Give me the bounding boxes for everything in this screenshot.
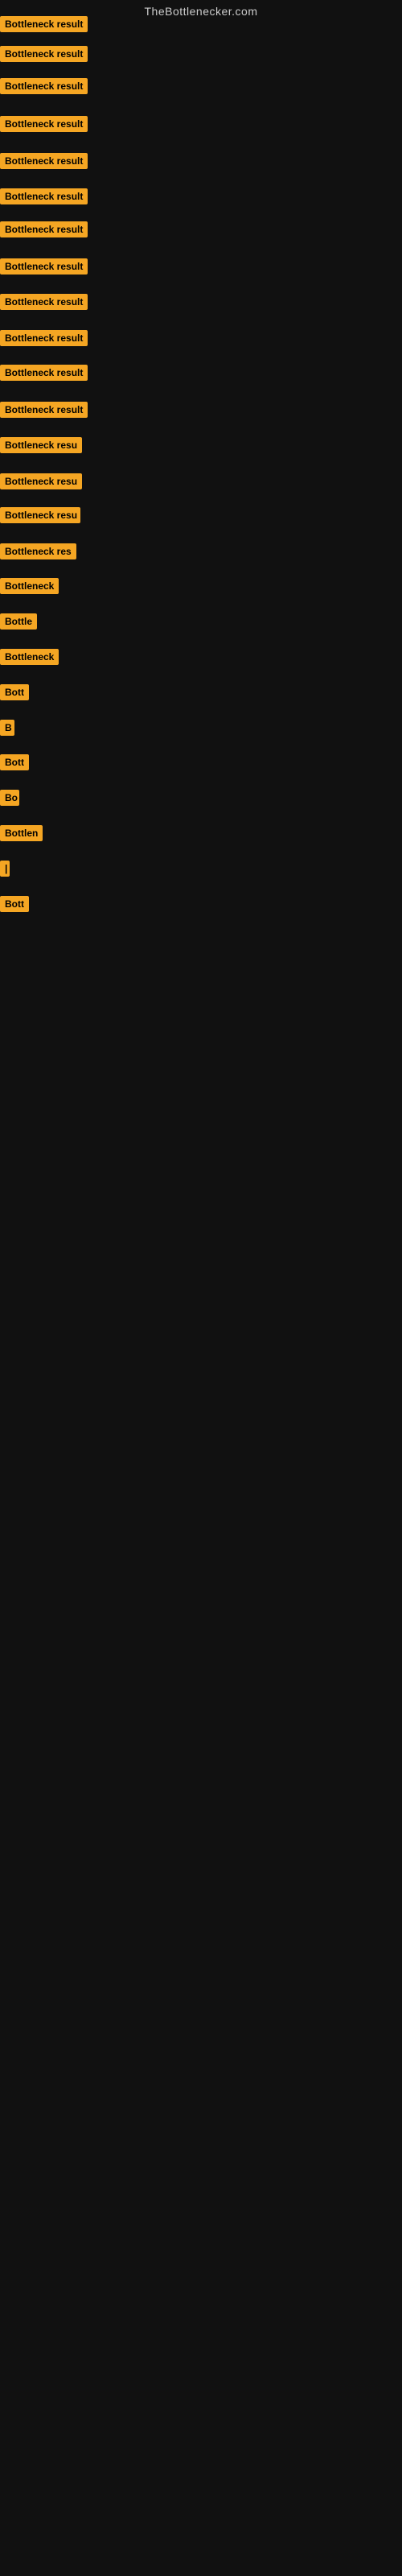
bottleneck-badge-13: Bottleneck resu xyxy=(0,437,82,453)
bottleneck-badge-19: Bottleneck xyxy=(0,649,59,665)
bottleneck-badge-container-19: Bottleneck xyxy=(0,649,59,669)
bottleneck-badge-container-20: Bott xyxy=(0,684,29,704)
bottleneck-badge-container-25: | xyxy=(0,861,10,881)
bottleneck-badge-container-8: Bottleneck result xyxy=(0,258,88,279)
bottleneck-badge-23: Bo xyxy=(0,790,19,806)
bottleneck-badge-3: Bottleneck result xyxy=(0,78,88,94)
bottleneck-badge-container-1: Bottleneck result xyxy=(0,16,88,36)
bottleneck-badge-container-10: Bottleneck result xyxy=(0,330,88,350)
bottleneck-badge-2: Bottleneck result xyxy=(0,46,88,62)
bottleneck-badge-container-24: Bottlen xyxy=(0,825,43,845)
bottleneck-badge-container-3: Bottleneck result xyxy=(0,78,88,98)
bottleneck-badge-22: Bott xyxy=(0,754,29,770)
bottleneck-badge-container-13: Bottleneck resu xyxy=(0,437,82,457)
bottleneck-badge-container-6: Bottleneck result xyxy=(0,188,88,208)
bottleneck-badge-20: Bott xyxy=(0,684,29,700)
bottleneck-badge-8: Bottleneck result xyxy=(0,258,88,275)
bottleneck-badge-21: B xyxy=(0,720,14,736)
bottleneck-badge-container-15: Bottleneck resu xyxy=(0,507,80,527)
bottleneck-badge-1: Bottleneck result xyxy=(0,16,88,32)
bottleneck-badge-9: Bottleneck result xyxy=(0,294,88,310)
bottleneck-badge-container-18: Bottle xyxy=(0,613,37,634)
bottleneck-badge-container-16: Bottleneck res xyxy=(0,543,76,564)
bottleneck-badge-container-2: Bottleneck result xyxy=(0,46,88,66)
bottleneck-badge-container-5: Bottleneck result xyxy=(0,153,88,173)
bottleneck-badge-26: Bott xyxy=(0,896,29,912)
bottleneck-badge-container-9: Bottleneck result xyxy=(0,294,88,314)
bottleneck-badge-7: Bottleneck result xyxy=(0,221,88,237)
bottleneck-badge-14: Bottleneck resu xyxy=(0,473,82,489)
bottleneck-badge-16: Bottleneck res xyxy=(0,543,76,559)
bottleneck-badge-11: Bottleneck result xyxy=(0,365,88,381)
bottleneck-badge-18: Bottle xyxy=(0,613,37,630)
bottleneck-badge-10: Bottleneck result xyxy=(0,330,88,346)
bottleneck-badge-container-21: B xyxy=(0,720,14,740)
bottleneck-badge-6: Bottleneck result xyxy=(0,188,88,204)
bottleneck-badge-17: Bottleneck xyxy=(0,578,59,594)
bottleneck-badge-container-22: Bott xyxy=(0,754,29,774)
bottleneck-badge-15: Bottleneck resu xyxy=(0,507,80,523)
bottleneck-badge-container-14: Bottleneck resu xyxy=(0,473,82,493)
bottleneck-badge-container-7: Bottleneck result xyxy=(0,221,88,242)
bottleneck-badge-4: Bottleneck result xyxy=(0,116,88,132)
bottleneck-badge-container-26: Bott xyxy=(0,896,29,916)
bottleneck-badge-container-17: Bottleneck xyxy=(0,578,59,598)
bottleneck-badge-container-12: Bottleneck result xyxy=(0,402,88,422)
bottleneck-badge-container-11: Bottleneck result xyxy=(0,365,88,385)
bottleneck-badge-12: Bottleneck result xyxy=(0,402,88,418)
bottleneck-badge-5: Bottleneck result xyxy=(0,153,88,169)
bottleneck-badge-container-4: Bottleneck result xyxy=(0,116,88,136)
bottleneck-badge-25: | xyxy=(0,861,10,877)
bottleneck-badge-container-23: Bo xyxy=(0,790,19,810)
bottleneck-badge-24: Bottlen xyxy=(0,825,43,841)
